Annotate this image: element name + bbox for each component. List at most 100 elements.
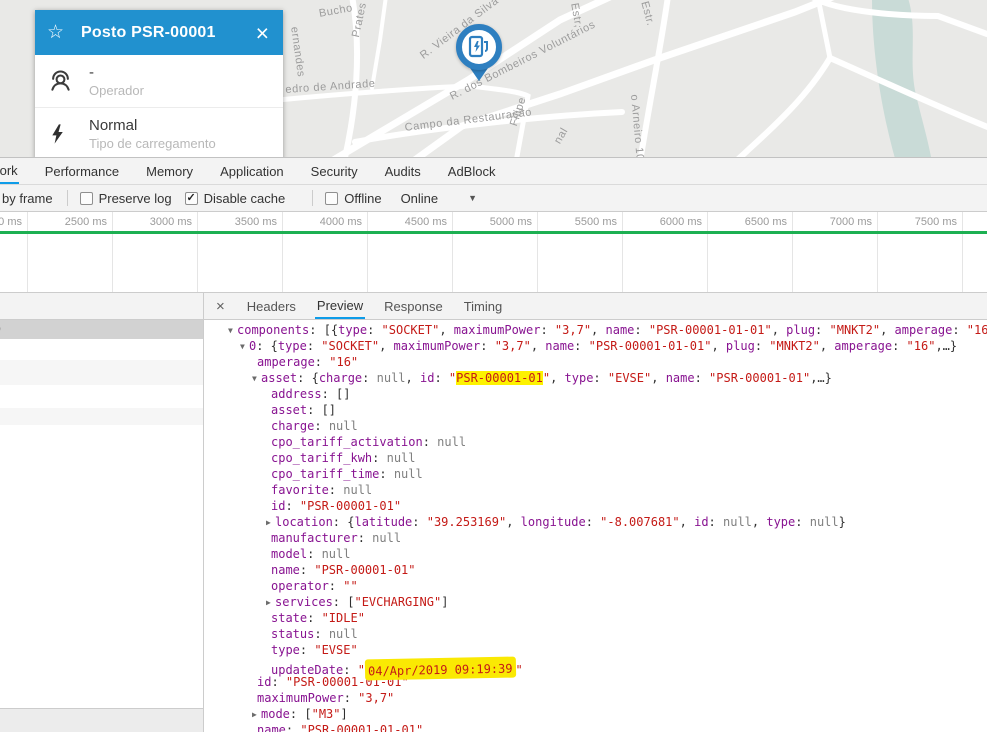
json-punctuation: } <box>838 515 846 529</box>
tab-adblock[interactable]: AdBlock <box>447 158 497 184</box>
requests-table-header[interactable] <box>0 293 203 320</box>
json-line: name: "PSR-00001-01" <box>225 562 987 578</box>
json-punctuation: , <box>651 371 666 385</box>
json-string: "PSR-00001-01" <box>709 371 811 385</box>
request-row-selected[interactable]: 0 <box>0 320 203 339</box>
tab-memory[interactable]: Memory <box>145 158 194 184</box>
json-punctuation: : [{ <box>309 323 339 337</box>
tick-label: 5500 ms <box>574 216 617 228</box>
detail-tab-response[interactable]: Response <box>382 293 445 319</box>
json-punctuation: : <box>285 723 301 732</box>
tab-security[interactable]: Security <box>310 158 359 184</box>
detail-tab-bar: × Headers Preview Response Timing <box>204 293 987 320</box>
tick-label: 3500 ms <box>234 216 277 228</box>
close-icon[interactable]: × <box>254 21 271 44</box>
tick-label: 2500 ms <box>64 216 107 228</box>
json-line: cpo_tariff_kwh: null <box>225 450 987 466</box>
json-string: "PSR-00001-01" <box>314 563 416 577</box>
checkbox-offline[interactable]: Offline <box>325 191 382 206</box>
json-punctuation: : [ <box>289 707 312 721</box>
checkbox-disable-cache[interactable]: ✓ Disable cache <box>184 191 285 206</box>
json-null: null <box>372 531 402 545</box>
json-null: null <box>393 467 423 481</box>
operator-row: - Operador <box>35 55 283 107</box>
street-label-prates: Prates <box>350 1 370 39</box>
json-punctuation: : <box>815 323 830 337</box>
json-key: asset <box>271 403 308 417</box>
gridline <box>792 212 793 292</box>
checkbox-preserve-log[interactable]: Preserve log <box>79 191 172 206</box>
station-title: Posto PSR-00001 <box>81 23 216 41</box>
expand-arrow-icon[interactable]: ▶ <box>266 515 275 531</box>
json-null: null <box>321 547 351 561</box>
tick-label: 7000 ms <box>829 216 872 228</box>
json-key: cpo_tariff_kwh <box>271 451 373 465</box>
json-key: charge <box>318 371 363 385</box>
map-canvas[interactable]: Bucho ernandes Prates R. Vieira da Silva R. … <box>0 0 987 158</box>
tab-audits[interactable]: Audits <box>384 158 422 184</box>
expand-arrow-icon[interactable]: ▶ <box>266 595 275 611</box>
detail-tab-timing[interactable]: Timing <box>462 293 505 319</box>
detail-tab-headers[interactable]: Headers <box>245 293 298 319</box>
tab-performance[interactable]: Performance <box>44 158 120 184</box>
network-overview[interactable]: 2000 ms 2500 ms 3000 ms 3500 ms 4000 ms 4500 … <box>0 212 987 293</box>
json-line: state: "IDLE" <box>225 610 987 626</box>
json-punctuation: : { <box>297 371 319 385</box>
tab-application[interactable]: Application <box>219 158 285 184</box>
json-key: latitude <box>354 515 413 529</box>
throttling-select[interactable]: Online <box>401 191 439 206</box>
request-row <box>0 385 203 408</box>
json-string: "39.253169" <box>426 515 507 529</box>
json-key: amperage <box>257 355 315 369</box>
json-string: "EVSE" <box>607 371 652 385</box>
json-punctuation: ,…} <box>810 371 832 385</box>
toolbar-separator <box>66 190 68 206</box>
json-key: id <box>257 675 272 689</box>
tick-label: 2000 ms <box>0 216 22 228</box>
checkbox-box[interactable] <box>79 191 93 205</box>
json-line: status: null <box>225 626 987 642</box>
collapse-arrow-icon[interactable]: ▼ <box>228 323 237 339</box>
json-punctuation: : { <box>332 515 355 529</box>
tick-label: 4000 ms <box>319 216 362 228</box>
checkbox-box[interactable] <box>325 191 339 205</box>
devtools-tab-bar: Network Performance Memory Application Secur… <box>0 158 987 185</box>
json-string: "SOCKET" <box>381 323 440 337</box>
group-by-frame-label[interactable]: by frame <box>0 191 53 206</box>
json-key: maximumPower <box>257 691 344 705</box>
tab-network[interactable]: Network <box>0 158 19 184</box>
detail-tab-preview[interactable]: Preview <box>314 293 366 319</box>
json-punctuation: : <box>307 547 322 561</box>
json-line: maximumPower: "3,7" <box>225 690 987 706</box>
json-line: ▶ mode: ["M3"] <box>225 706 987 722</box>
street-label-o-arneiro-1049: o Arneiro 1049 <box>628 94 647 158</box>
json-key: components <box>237 323 310 337</box>
lightning-bolt-icon <box>47 121 89 147</box>
json-punctuation: , <box>679 515 695 529</box>
json-null: null <box>343 483 373 497</box>
json-line: operator: "" <box>225 578 987 594</box>
map-marker-charging-station[interactable] <box>452 24 506 86</box>
json-key: location <box>275 515 333 529</box>
checkbox-box[interactable]: ✓ <box>184 191 198 205</box>
json-punctuation: : { <box>256 339 278 353</box>
json-punctuation: : <box>314 419 329 433</box>
collapse-arrow-icon[interactable]: ▼ <box>252 371 261 387</box>
expand-arrow-icon[interactable]: ▶ <box>252 707 261 723</box>
chevron-down-icon[interactable]: ▼ <box>468 193 477 203</box>
gridline <box>112 212 113 292</box>
json-line: type: "EVSE" <box>225 642 987 658</box>
charging-type-value: Normal <box>89 117 138 134</box>
close-detail-icon[interactable]: × <box>213 293 228 319</box>
favorite-star-icon[interactable]: ☆ <box>47 21 81 44</box>
marker-pointer <box>470 68 488 90</box>
json-punctuation: : <box>299 643 315 657</box>
json-key: manufacturer <box>271 531 358 545</box>
json-null: null <box>723 515 752 529</box>
collapse-arrow-icon[interactable]: ▼ <box>240 339 249 355</box>
operator-value: - <box>89 64 94 81</box>
json-line: cpo_tariff_time: null <box>225 466 987 482</box>
json-key: plug <box>786 323 816 337</box>
json-line: manufacturer: null <box>225 530 987 546</box>
request-detail-pane: × Headers Preview Response Timing ▼ componen… <box>204 293 987 732</box>
